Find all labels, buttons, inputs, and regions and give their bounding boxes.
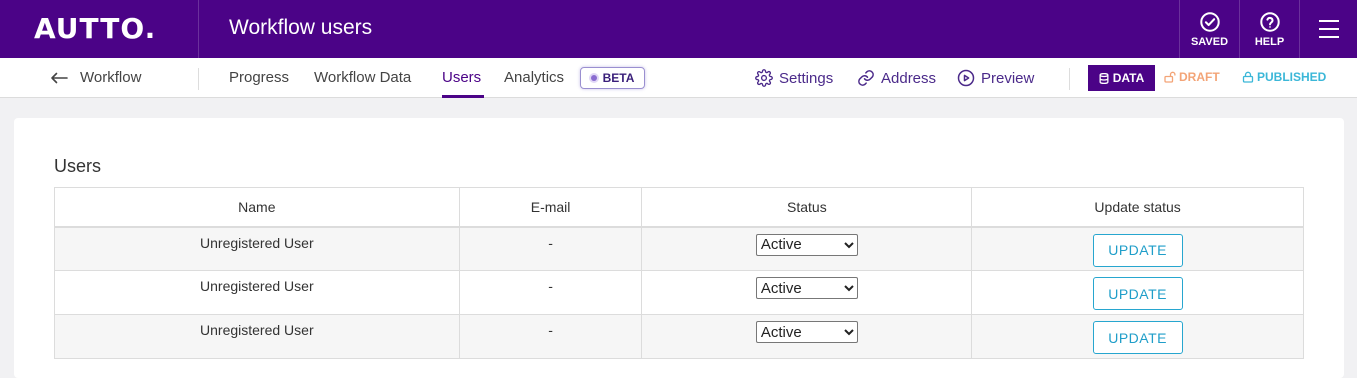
sub-navigation: Workflow Progress Workflow Data Users An… [0, 58, 1357, 98]
tab-workflow-data[interactable]: Workflow Data [314, 69, 411, 86]
users-section-title: Users [54, 156, 102, 176]
user-name-cell: Unregistered User [54, 226, 460, 271]
column-header-update-status: Update status [971, 187, 1304, 228]
tab-users[interactable]: Users [442, 69, 481, 86]
saved-button[interactable]: SAVED [1179, 0, 1239, 58]
arrow-left-icon [51, 72, 68, 83]
beta-badge: BETA [580, 67, 645, 89]
column-header-email: E-mail [458, 187, 643, 228]
table-row: Unregistered User - Active UPDATE [54, 226, 1304, 271]
users-card: Users Name E-mail Status Update status U… [14, 118, 1344, 378]
user-status-cell: Active [641, 226, 973, 271]
check-circle-icon [1199, 11, 1220, 32]
app-logo[interactable]: AUTTO. [34, 12, 156, 45]
play-circle-icon [957, 69, 975, 87]
active-tab-indicator [442, 95, 484, 98]
column-header-status: Status [641, 187, 973, 228]
published-mode-label: PUBLISHED [1257, 70, 1327, 84]
update-button[interactable]: UPDATE [1092, 233, 1183, 267]
database-icon [1099, 72, 1109, 84]
data-mode-label: DATA [1112, 71, 1145, 85]
help-button[interactable]: HELP [1239, 0, 1299, 58]
tab-analytics[interactable]: Analytics [504, 69, 564, 86]
subnav-divider [1069, 68, 1070, 90]
table-row: Unregistered User - Active UPDATE [54, 314, 1304, 359]
column-header-name: Name [54, 187, 460, 228]
user-status-cell: Active [641, 314, 973, 359]
update-status-cell: UPDATE [971, 226, 1304, 271]
gear-icon [755, 69, 773, 87]
user-email-cell: - [458, 270, 643, 315]
users-table: Name E-mail Status Update status Unregis… [54, 187, 1304, 359]
hamburger-menu-icon [1318, 20, 1339, 38]
draft-mode-button[interactable]: DRAFT [1164, 70, 1220, 84]
published-mode-button[interactable]: PUBLISHED [1242, 70, 1326, 84]
user-status-cell: Active [641, 270, 973, 315]
beta-dot-icon [590, 75, 597, 81]
saved-label: SAVED [1190, 35, 1229, 48]
address-label: Address [881, 69, 937, 87]
table-row: Unregistered User - Active UPDATE [54, 270, 1304, 315]
table-header-row: Name E-mail Status Update status [54, 187, 1304, 228]
user-email-cell: - [458, 226, 643, 271]
status-select[interactable]: Active [755, 233, 858, 256]
update-button[interactable]: UPDATE [1092, 277, 1183, 310]
update-status-cell: UPDATE [971, 314, 1304, 359]
update-button[interactable]: UPDATE [1092, 321, 1183, 354]
link-icon [858, 70, 874, 86]
help-label: HELP [1254, 35, 1285, 48]
settings-label: Settings [779, 69, 834, 87]
back-to-workflow-link[interactable]: Workflow [50, 69, 141, 86]
page-title: Workflow users [229, 16, 373, 39]
settings-link[interactable]: Settings [755, 69, 833, 87]
back-label: Workflow [80, 69, 142, 86]
user-name-cell: Unregistered User [54, 314, 460, 359]
lock-icon [1242, 71, 1254, 83]
help-circle-icon [1259, 11, 1280, 32]
update-status-cell: UPDATE [971, 270, 1304, 315]
menu-button[interactable] [1299, 0, 1357, 58]
user-email-cell: - [458, 314, 643, 359]
user-name-cell: Unregistered User [54, 270, 460, 315]
status-select[interactable]: Active [755, 321, 858, 343]
unlock-icon [1164, 71, 1176, 83]
preview-link[interactable]: Preview [957, 69, 1034, 87]
draft-mode-label: DRAFT [1179, 70, 1220, 84]
app-header: AUTTO. Workflow users SAVED HELP [0, 0, 1357, 58]
preview-label: Preview [981, 69, 1035, 87]
address-link[interactable]: Address [857, 69, 936, 87]
header-divider [198, 0, 199, 58]
subnav-divider [198, 68, 199, 90]
tab-progress[interactable]: Progress [229, 69, 289, 86]
status-select[interactable]: Active [755, 277, 858, 299]
data-mode-button[interactable]: DATA [1088, 65, 1155, 91]
beta-label: BETA [602, 71, 635, 85]
